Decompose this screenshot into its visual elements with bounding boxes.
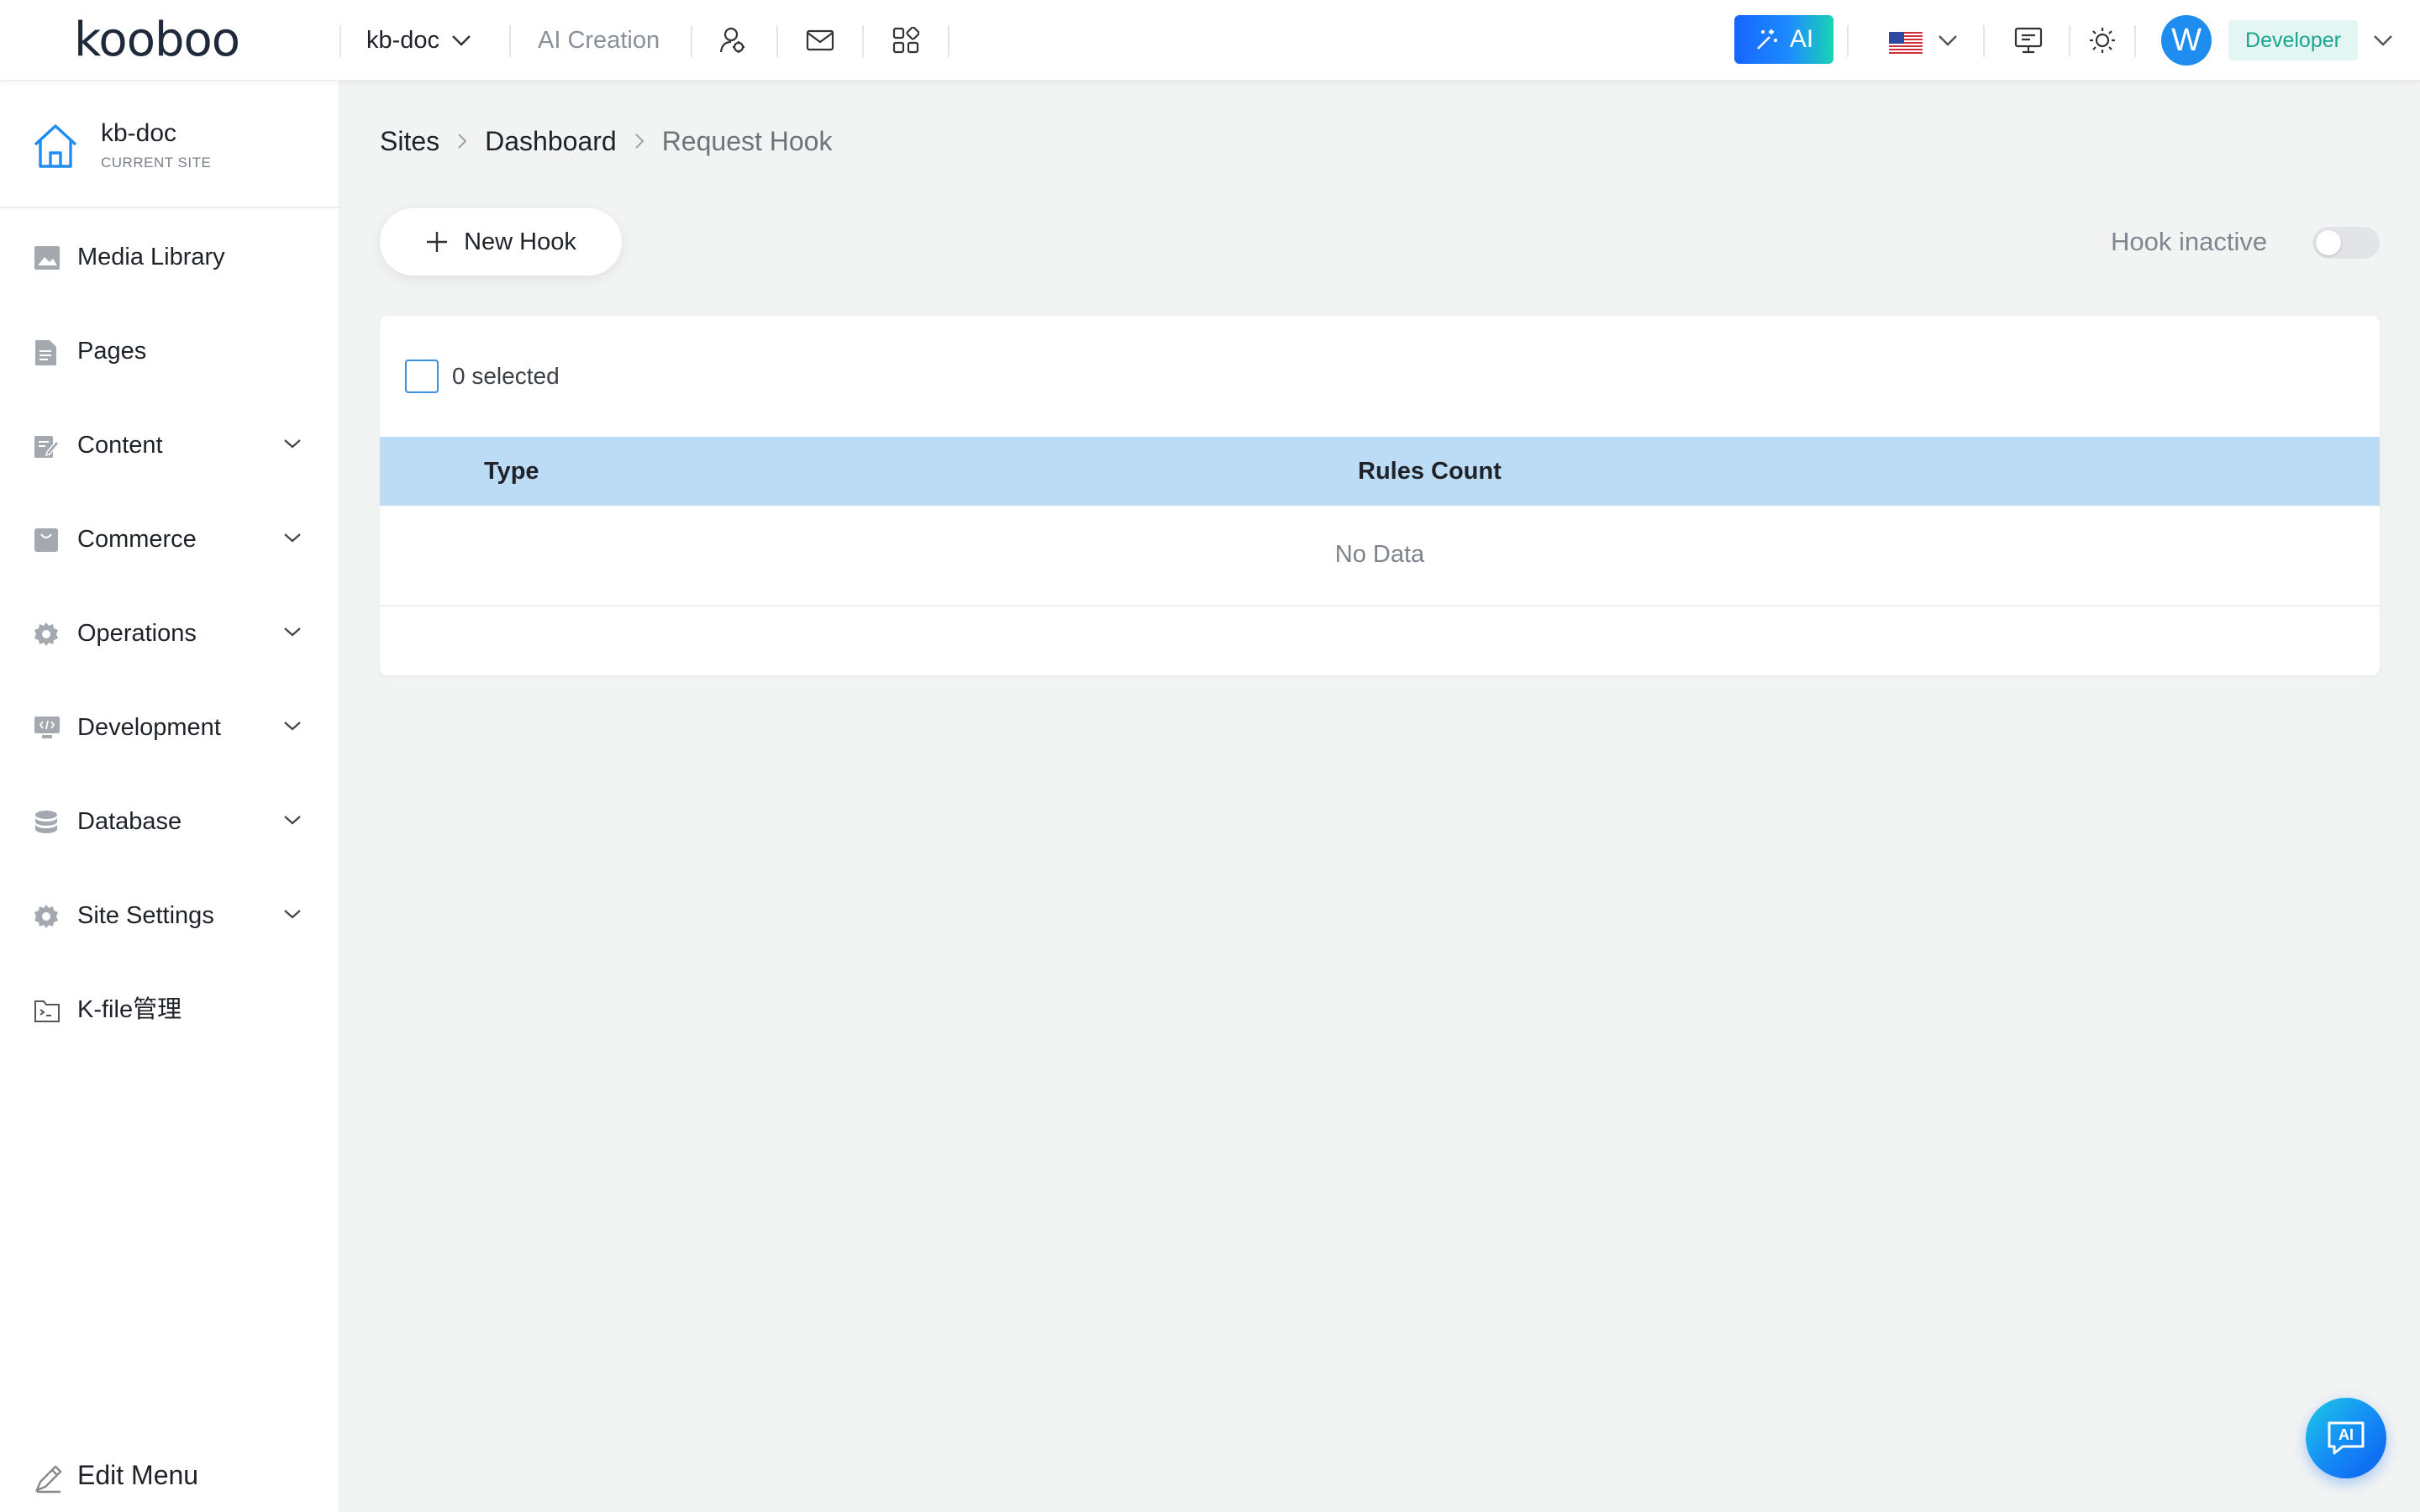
chevron-right-icon: [456, 132, 468, 150]
preview-screen-icon[interactable]: [2012, 24, 2045, 57]
ai-assistant-button[interactable]: AI: [1734, 15, 1833, 64]
sidebar-item-database[interactable]: Database: [0, 788, 339, 855]
selected-count: 0 selected: [452, 363, 560, 389]
select-all-checkbox[interactable]: [405, 360, 439, 393]
chevron-down-icon: [282, 437, 302, 450]
sidebar-item-label: Site Settings: [77, 902, 214, 929]
gear-icon: [34, 904, 60, 929]
site-switcher-label: kb-doc: [366, 26, 440, 54]
current-site[interactable]: kb-doc CURRENT SITE: [0, 81, 339, 208]
sidebar-item-label: Development: [77, 714, 221, 741]
breadcrumb-dashboard[interactable]: Dashboard: [485, 126, 617, 157]
divider: [509, 25, 511, 57]
database-icon: [34, 810, 60, 835]
current-site-name: kb-doc: [101, 119, 177, 147]
content-icon: [34, 433, 60, 459]
sidebar-item-content[interactable]: Content: [0, 412, 339, 479]
avatar[interactable]: W: [2161, 15, 2212, 66]
sidebar: kb-doc CURRENT SITE Media Library Pages …: [0, 81, 339, 1512]
ai-chat-icon: AI: [2324, 1416, 2368, 1460]
sidebar-item-media-library[interactable]: Media Library: [0, 223, 339, 291]
site-switcher[interactable]: kb-doc: [366, 24, 471, 57]
breadcrumb-sites[interactable]: Sites: [380, 126, 439, 157]
edit-menu-label: Edit Menu: [77, 1460, 199, 1490]
table-header: Type Rules Count: [380, 437, 2380, 506]
mail-icon[interactable]: [803, 24, 837, 57]
hook-status-label: Hook inactive: [2111, 227, 2268, 256]
divider: [948, 25, 950, 57]
ai-chat-button[interactable]: AI: [2306, 1398, 2386, 1478]
divider: [1847, 25, 1849, 57]
sidebar-item-label: Commerce: [77, 526, 197, 553]
new-hook-button[interactable]: New Hook: [380, 208, 622, 276]
column-header-type[interactable]: Type: [484, 455, 539, 487]
apps-grid-icon[interactable]: [889, 24, 923, 57]
image-icon: [34, 245, 60, 270]
us-flag-icon[interactable]: [1889, 32, 1923, 54]
chevron-down-icon: [451, 34, 471, 47]
divider: [776, 25, 778, 57]
commerce-icon: [34, 528, 60, 553]
chevron-down-icon: [282, 625, 302, 638]
sidebar-item-development[interactable]: Development: [0, 694, 339, 761]
language-chevron-down-icon[interactable]: [1931, 24, 1965, 57]
table-empty-state: No Data: [380, 506, 2380, 606]
user-settings-icon[interactable]: [716, 24, 750, 57]
account-chevron-down-icon[interactable]: [2366, 24, 2400, 57]
column-header-rules-count[interactable]: Rules Count: [1358, 455, 1502, 487]
sidebar-item-label: Operations: [77, 620, 197, 647]
no-data-text: No Data: [1334, 541, 1425, 568]
magic-wand-icon: [1754, 27, 1780, 52]
selection-bar: 0 selected: [380, 316, 2380, 437]
hooks-table: 0 selected Type Rules Count No Data: [380, 316, 2380, 675]
divider: [862, 25, 864, 57]
sidebar-item-operations[interactable]: Operations: [0, 600, 339, 667]
sidebar-item-label: Pages: [77, 338, 147, 365]
ai-button-label: AI: [1789, 25, 1814, 53]
chevron-down-icon: [282, 907, 302, 921]
divider: [1983, 25, 1985, 57]
divider: [2134, 25, 2136, 57]
divider: [339, 25, 341, 57]
page-icon: [34, 339, 60, 365]
sidebar-item-label: Database: [77, 808, 182, 835]
sun-theme-icon[interactable]: [2086, 24, 2119, 57]
pencil-icon: [34, 1463, 64, 1494]
sidebar-item-label: Media Library: [77, 244, 225, 270]
edit-menu-button[interactable]: Edit Menu: [0, 1441, 339, 1509]
folder-icon: [34, 998, 60, 1023]
sidebar-item-k-file[interactable]: K-file管理: [0, 976, 339, 1043]
chevron-down-icon: [282, 531, 302, 544]
sidebar-item-commerce[interactable]: Commerce: [0, 506, 339, 573]
new-hook-label: New Hook: [464, 228, 576, 255]
code-icon: [34, 716, 60, 741]
plus-icon: [425, 230, 449, 254]
divider: [691, 25, 692, 57]
sidebar-item-site-settings[interactable]: Site Settings: [0, 882, 339, 949]
kooboo-logo[interactable]: kooboo: [74, 15, 240, 66]
role-badge[interactable]: Developer: [2228, 20, 2358, 60]
sidebar-item-pages[interactable]: Pages: [0, 318, 339, 385]
home-icon: [32, 123, 79, 170]
sidebar-item-label: Content: [77, 432, 163, 459]
toggle-knob: [2316, 230, 2341, 255]
top-bar: kooboo kb-doc AI Creation AI W Developer: [0, 0, 2420, 81]
chevron-down-icon: [282, 813, 302, 827]
svg-text:AI: AI: [2338, 1426, 2354, 1443]
chevron-right-icon: [634, 132, 645, 150]
sidebar-item-label: K-file管理: [77, 996, 182, 1023]
divider: [2069, 25, 2070, 57]
gear-icon: [34, 622, 60, 647]
hook-active-toggle[interactable]: [2312, 227, 2380, 259]
current-site-caption: CURRENT SITE: [101, 155, 212, 171]
ai-creation-link[interactable]: AI Creation: [538, 25, 660, 55]
breadcrumb: Sites Dashboard Request Hook: [380, 124, 832, 158]
breadcrumb-request-hook: Request Hook: [661, 125, 833, 156]
chevron-down-icon: [282, 719, 302, 732]
